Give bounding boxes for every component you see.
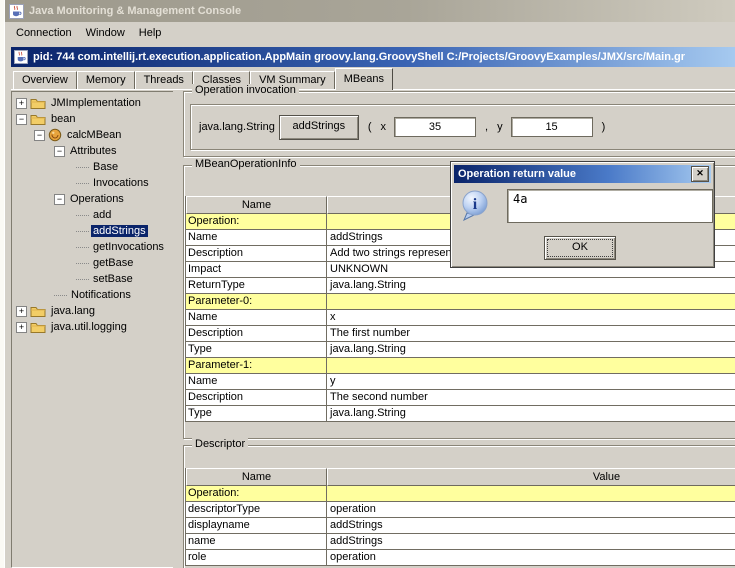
table-row[interactable]: Operation: — [186, 486, 735, 502]
desktop: Java Monitoring & Management Console Con… — [0, 0, 735, 568]
tree-item-base[interactable]: Base — [12, 159, 174, 175]
tree-item-attributes[interactable]: − Attributes — [12, 143, 174, 159]
window-title: Java Monitoring & Management Console — [29, 5, 241, 17]
table-row[interactable]: Namey — [186, 374, 735, 390]
tree-collapse-icon[interactable]: − — [16, 114, 27, 125]
column-header-value: Value — [327, 468, 735, 486]
descriptor-table: Name Value Operation: descriptorTypeoper… — [185, 468, 735, 566]
connection-frame-title: pid: 744 com.intellij.rt.execution.appli… — [33, 51, 685, 63]
info-icon: i — [459, 189, 491, 224]
menu-bar: Connection Window Help — [5, 22, 735, 44]
tree-item-add[interactable]: add — [12, 207, 174, 223]
tree-connector — [76, 231, 89, 232]
tree-item-bean[interactable]: − bean — [12, 111, 174, 127]
menu-window[interactable]: Window — [79, 24, 132, 42]
tree-item-notifications[interactable]: Notifications — [12, 287, 174, 303]
jconsole-window: Java Monitoring & Management Console Con… — [4, 0, 735, 568]
param-x-input[interactable] — [394, 117, 476, 137]
table-row[interactable]: Parameter-0: — [186, 294, 735, 310]
return-type-label: java.lang.String — [199, 121, 275, 133]
return-value-field[interactable]: 4a — [507, 189, 713, 223]
table-row[interactable]: displaynameaddStrings — [186, 518, 735, 534]
operation-return-value-dialog: Operation return value ✕ i 4a OK — [450, 161, 715, 268]
tree-connector — [76, 215, 89, 216]
param-y-label: y — [497, 121, 503, 133]
table-row[interactable]: Parameter-1: — [186, 358, 735, 374]
table-header: Name Value — [186, 468, 735, 486]
tree-item-java-lang[interactable]: + java.lang — [12, 303, 174, 319]
column-header-name: Name — [186, 196, 327, 214]
open-paren: ( — [368, 121, 372, 133]
folder-icon — [30, 320, 46, 334]
tab-mbeans[interactable]: MBeans — [335, 68, 393, 90]
comma-separator: , — [485, 121, 488, 133]
tree-item-calcmbean[interactable]: − calcMBean — [12, 127, 174, 143]
dialog-titlebar[interactable]: Operation return value ✕ — [454, 165, 711, 183]
tree-expand-icon[interactable]: + — [16, 98, 27, 109]
tree-connector — [76, 247, 89, 248]
folder-icon — [30, 304, 46, 318]
folder-icon — [30, 112, 46, 126]
param-x-label: x — [381, 121, 387, 133]
group-title: Operation invocation — [192, 84, 299, 96]
group-title: Descriptor — [192, 438, 248, 450]
mbean-icon — [48, 128, 62, 142]
tree-collapse-icon[interactable]: − — [54, 146, 65, 157]
tree-item-getbase[interactable]: getBase — [12, 255, 174, 271]
close-paren: ) — [602, 121, 606, 133]
table-row[interactable]: nameaddStrings — [186, 534, 735, 550]
ok-button[interactable]: OK — [544, 236, 616, 260]
table-row[interactable]: Namex — [186, 310, 735, 326]
tree-item-invocations[interactable]: Invocations — [12, 175, 174, 191]
table-row[interactable]: Typejava.lang.String — [186, 406, 735, 422]
tab-overview[interactable]: Overview — [13, 71, 77, 89]
param-y-input[interactable] — [511, 117, 593, 137]
table-row[interactable]: DescriptionThe second number — [186, 390, 735, 406]
tree-item-java-util-logging[interactable]: + java.util.logging — [12, 319, 174, 335]
menu-help[interactable]: Help — [132, 24, 169, 42]
close-icon[interactable]: ✕ — [691, 166, 709, 182]
connection-frame-titlebar[interactable]: pid: 744 com.intellij.rt.execution.appli… — [11, 47, 735, 67]
tree-connector — [76, 263, 89, 264]
group-title: MBeanOperationInfo — [192, 158, 300, 170]
table-row[interactable]: Typejava.lang.String — [186, 342, 735, 358]
tree-connector — [76, 183, 89, 184]
java-cup-icon — [9, 4, 24, 19]
tree-connector — [76, 167, 89, 168]
dialog-title: Operation return value — [458, 168, 576, 180]
tree-splitter[interactable] — [173, 91, 183, 568]
tree-collapse-icon[interactable]: − — [34, 130, 45, 141]
tree-item-addstrings[interactable]: addStrings — [12, 223, 174, 239]
tree-item-setbase[interactable]: setBase — [12, 271, 174, 287]
tree-connector — [76, 279, 89, 280]
addstrings-invoke-button[interactable]: addStrings — [279, 115, 359, 140]
descriptor-group: Descriptor Name Value Operation: descrip… — [183, 445, 735, 568]
menu-connection[interactable]: Connection — [9, 24, 79, 42]
tree-expand-icon[interactable]: + — [16, 322, 27, 333]
column-header-name: Name — [186, 468, 327, 486]
table-row[interactable]: ReturnTypejava.lang.String — [186, 278, 735, 294]
tree-connector — [54, 295, 67, 296]
tree-item-jmimplementation[interactable]: + JMImplementation — [12, 95, 174, 111]
tree-item-operations[interactable]: − Operations — [12, 191, 174, 207]
operation-invocation-group: Operation invocation java.lang.String ad… — [183, 91, 735, 157]
folder-icon — [30, 96, 46, 110]
window-titlebar[interactable]: Java Monitoring & Management Console — [5, 0, 735, 22]
mbean-tree: + JMImplementation − bean − calcMBean — [11, 91, 175, 568]
table-row[interactable]: roleoperation — [186, 550, 735, 566]
svg-text:i: i — [473, 196, 478, 213]
tree-item-getinvocations[interactable]: getInvocations — [12, 239, 174, 255]
java-cup-icon — [14, 50, 28, 64]
table-row[interactable]: DescriptionThe first number — [186, 326, 735, 342]
tab-threads[interactable]: Threads — [135, 71, 193, 89]
tab-memory[interactable]: Memory — [77, 71, 135, 89]
tree-expand-icon[interactable]: + — [16, 306, 27, 317]
tree-collapse-icon[interactable]: − — [54, 194, 65, 205]
tab-strip: Overview Memory Threads Classes VM Summa… — [11, 67, 735, 90]
operation-invocation-row: java.lang.String addStrings ( x , y ) — [190, 104, 735, 150]
table-row[interactable]: descriptorTypeoperation — [186, 502, 735, 518]
